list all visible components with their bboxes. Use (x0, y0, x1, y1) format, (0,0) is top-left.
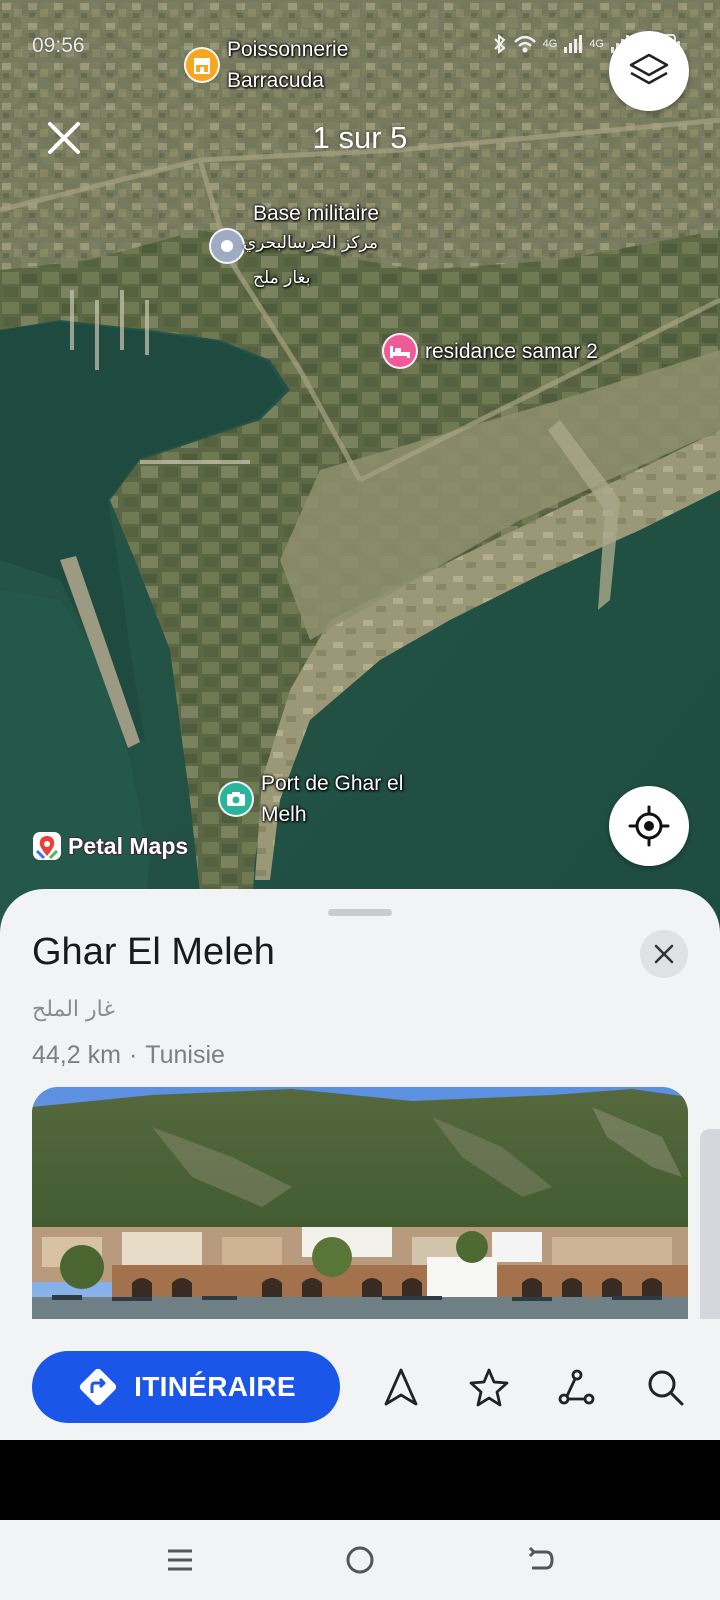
poi-name: Port de Ghar el (261, 772, 404, 795)
camera-icon[interactable] (218, 781, 254, 817)
poi-label-base-militaire[interactable]: Base militaire (253, 198, 379, 229)
place-details-sheet[interactable]: Ghar El Meleh غار الملح 44,2 km · Tunisi… (0, 889, 720, 1440)
place-photo[interactable] (32, 1087, 688, 1319)
place-title: Ghar El Meleh (32, 931, 275, 973)
system-navigation-bar (0, 1520, 720, 1600)
result-counter: 1 sur 5 (312, 120, 408, 155)
itinerary-label: ITINÉRAIRE (134, 1371, 296, 1402)
route-icon[interactable] (553, 1363, 601, 1411)
poi-arabic-line-1: مركز الحرسالبحري (242, 233, 378, 253)
bed-icon[interactable] (382, 333, 418, 369)
back-icon[interactable] (520, 1540, 560, 1580)
poi-label-poissonnerie[interactable]: Poissonnerie Barracuda (227, 34, 348, 96)
place-arabic-name: غار الملح (32, 997, 115, 1022)
layers-button[interactable] (609, 31, 689, 111)
poi-label-port[interactable]: Port de Ghar el Melh (261, 768, 403, 830)
action-bar: ITINÉRAIRE (0, 1351, 720, 1440)
signal-label-2: 4G (589, 38, 604, 50)
close-icon (654, 944, 674, 964)
shop-icon[interactable] (184, 47, 220, 83)
signal-label-1: 4G (542, 38, 558, 50)
home-icon[interactable] (340, 1540, 380, 1580)
blank-area (0, 1440, 720, 1520)
wifi-icon (513, 35, 536, 53)
satellite-map[interactable]: 09:56 4G 4G 87 (0, 0, 720, 940)
search-icon[interactable] (641, 1363, 689, 1411)
poi-name: Base militaire (253, 202, 380, 225)
signal-icon (564, 35, 583, 53)
itinerary-button[interactable]: ITINÉRAIRE (32, 1351, 340, 1423)
crosshair-icon (628, 805, 670, 847)
place-photo-image (32, 1087, 688, 1319)
brand-logo: Petal Maps (32, 831, 188, 861)
poi-arabic-line-2: بغار ملح (253, 268, 311, 288)
status-time: 09:56 (32, 34, 85, 57)
place-country: Tunisie (145, 1041, 225, 1069)
next-photo-peek[interactable] (700, 1129, 720, 1319)
navigate-icon[interactable] (377, 1363, 425, 1411)
sheet-close-button[interactable] (640, 930, 688, 978)
bluetooth-icon (493, 34, 506, 54)
sheet-drag-handle[interactable] (328, 909, 392, 916)
layers-icon (629, 53, 669, 85)
poi-label-residance[interactable]: residance samar 2 (425, 336, 598, 367)
star-icon[interactable] (465, 1363, 513, 1411)
poi-name: Poissonnerie (227, 38, 349, 61)
place-distance: 44,2 km (32, 1041, 121, 1069)
poi-name-line2: Barracuda (227, 69, 324, 92)
place-meta: 44,2 km · Tunisie (32, 1041, 225, 1070)
poi-name-line2: Melh (261, 803, 307, 826)
menu-icon[interactable] (160, 1540, 200, 1580)
brand-name: Petal Maps (68, 832, 189, 859)
dot-icon[interactable] (209, 228, 245, 264)
my-location-button[interactable] (609, 786, 689, 866)
meta-separator: · (128, 1041, 138, 1069)
dot-core (221, 240, 233, 252)
directions-icon (80, 1368, 117, 1406)
petal-maps-logo-icon (33, 832, 61, 860)
